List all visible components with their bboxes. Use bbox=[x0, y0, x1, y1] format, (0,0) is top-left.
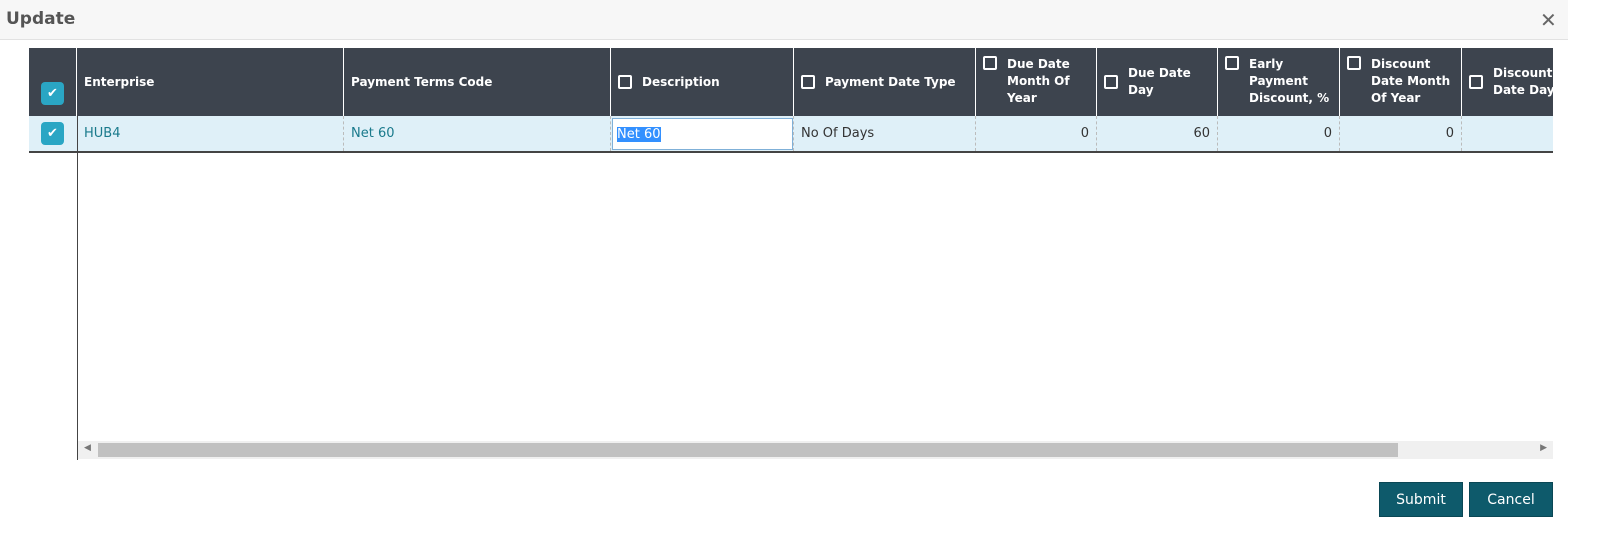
cell-payment-terms-code[interactable]: Net 60 bbox=[344, 116, 611, 151]
edit-icon bbox=[801, 75, 815, 89]
cell-enterprise[interactable]: HUB4 bbox=[77, 116, 344, 151]
select-all-checkbox[interactable]: ✔ bbox=[41, 82, 64, 105]
header-payment-date-type[interactable]: Payment Date Type bbox=[794, 48, 976, 116]
cell-discount-date-month-of-year[interactable]: 0 bbox=[1340, 116, 1462, 151]
description-input-value: Net 60 bbox=[617, 126, 661, 142]
cell-discount-date-day[interactable] bbox=[1462, 116, 1553, 151]
horizontal-scrollbar[interactable]: ◀ ▶ bbox=[78, 441, 1553, 459]
cell-early-payment-discount[interactable]: 0 bbox=[1218, 116, 1340, 151]
header-enterprise[interactable]: Enterprise bbox=[77, 48, 344, 116]
scroll-left-icon[interactable]: ◀ bbox=[84, 443, 91, 453]
edit-icon bbox=[1104, 75, 1118, 89]
header-due-date-month-of-year[interactable]: Due Date Month Of Year bbox=[976, 48, 1097, 116]
header-discount-date-month-of-year[interactable]: Discount Date Month Of Year bbox=[1340, 48, 1462, 116]
row-select-cell: ✔ bbox=[29, 116, 77, 151]
header-label: Due Date Month Of Year bbox=[1007, 57, 1070, 105]
header-label: Description bbox=[642, 74, 720, 89]
select-all-header: ✔ bbox=[29, 48, 77, 116]
scrollbar-thumb[interactable] bbox=[98, 443, 1398, 457]
edit-icon bbox=[1347, 56, 1361, 70]
edit-icon bbox=[1225, 56, 1239, 70]
header-label: Discount Date Day bbox=[1493, 66, 1553, 97]
scroll-right-icon[interactable]: ▶ bbox=[1540, 443, 1547, 453]
description-input[interactable]: Net 60 bbox=[612, 118, 793, 150]
grid-header: ✔ Enterprise Payment Terms Code Descript… bbox=[29, 48, 1553, 116]
header-label: Payment Terms Code bbox=[351, 74, 493, 89]
cancel-button[interactable]: Cancel bbox=[1469, 482, 1553, 517]
edit-icon bbox=[983, 56, 997, 70]
cell-due-date-day[interactable]: 60 bbox=[1097, 116, 1218, 151]
dialog-title: Update bbox=[6, 9, 76, 29]
submit-button[interactable]: Submit bbox=[1379, 482, 1463, 517]
header-label: Due Date Day bbox=[1128, 66, 1191, 97]
grid-divider bbox=[77, 116, 78, 460]
header-label: Enterprise bbox=[84, 74, 155, 89]
header-label: Payment Date Type bbox=[825, 74, 956, 89]
row-checkbox[interactable]: ✔ bbox=[41, 122, 64, 145]
header-early-payment-discount[interactable]: Early Payment Discount, % bbox=[1218, 48, 1340, 116]
header-label: Discount Date Month Of Year bbox=[1371, 57, 1451, 105]
close-icon[interactable]: ✕ bbox=[1540, 8, 1557, 32]
header-description[interactable]: Description bbox=[611, 48, 794, 116]
header-discount-date-day[interactable]: Discount Date Day bbox=[1462, 48, 1553, 116]
data-grid: ✔ Enterprise Payment Terms Code Descript… bbox=[29, 48, 1553, 461]
header-payment-terms-code[interactable]: Payment Terms Code bbox=[344, 48, 611, 116]
cell-due-date-month-of-year[interactable]: 0 bbox=[976, 116, 1097, 151]
header-label: Early Payment Discount, % bbox=[1249, 57, 1330, 105]
header-due-date-day[interactable]: Due Date Day bbox=[1097, 48, 1218, 116]
edit-icon bbox=[1469, 75, 1483, 89]
cell-payment-date-type[interactable]: No Of Days bbox=[794, 116, 976, 151]
edit-icon bbox=[618, 75, 632, 89]
dialog-header: Update ✕ bbox=[0, 0, 1568, 40]
